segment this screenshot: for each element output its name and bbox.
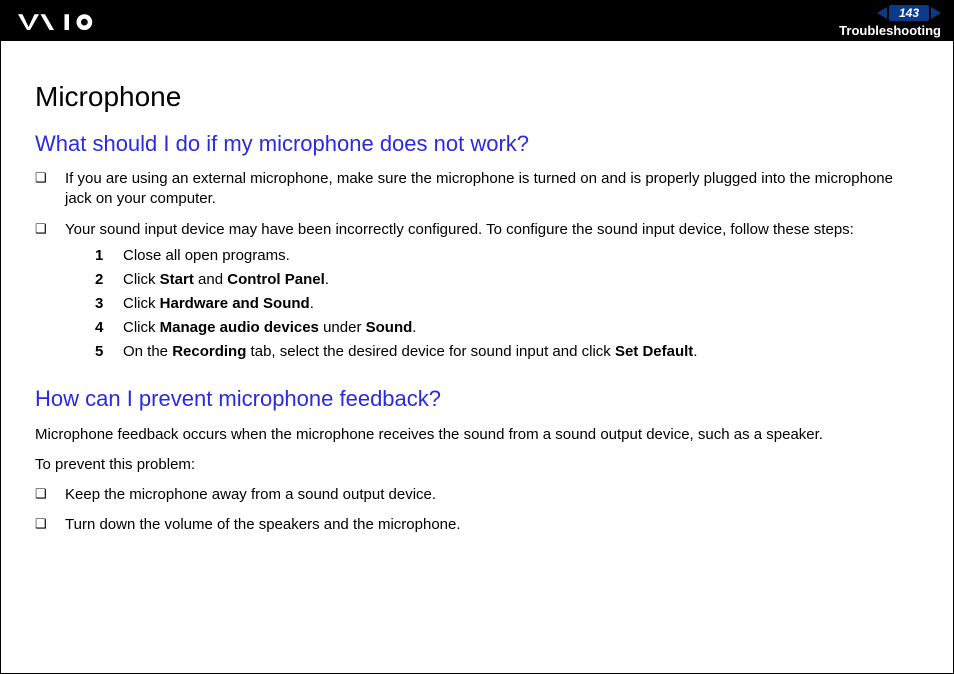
paragraph: Microphone feedback occurs when the micr… (35, 424, 919, 447)
step-item: 3Click Hardware and Sound. (95, 292, 919, 316)
page-header: 143 Troubleshooting (1, 1, 953, 41)
step-item: 1Close all open programs. (95, 244, 919, 268)
next-page-arrow-icon[interactable] (931, 7, 941, 19)
vaio-logo (13, 12, 113, 30)
step-number: 4 (95, 316, 123, 340)
section-label: Troubleshooting (839, 23, 941, 38)
step-number: 3 (95, 292, 123, 316)
list-text: If you are using an external microphone,… (65, 169, 919, 210)
list-item: ❑ If you are using an external microphon… (35, 169, 919, 210)
question-heading-1: What should I do if my microphone does n… (35, 131, 919, 157)
page-number-badge: 143 (889, 5, 929, 21)
list-text: Turn down the volume of the speakers and… (65, 515, 919, 535)
step-number: 1 (95, 244, 123, 268)
list-item: ❑ Turn down the volume of the speakers a… (35, 515, 919, 535)
paragraph: To prevent this problem: (35, 454, 919, 477)
list-item: ❑ Keep the microphone away from a sound … (35, 485, 919, 505)
list-item: ❑ Your sound input device may have been … (35, 220, 919, 364)
list-text-inner: Your sound input device may have been in… (65, 221, 854, 238)
step-text: Click Manage audio devices under Sound. (123, 316, 416, 340)
step-item: 4Click Manage audio devices under Sound. (95, 316, 919, 340)
bullet-icon: ❑ (35, 169, 65, 210)
list-text: Keep the microphone away from a sound ou… (65, 485, 919, 505)
step-text: On the Recording tab, select the desired… (123, 340, 697, 364)
bullet-icon: ❑ (35, 515, 65, 535)
bullet-icon: ❑ (35, 485, 65, 505)
bullet-list-1: ❑ If you are using an external microphon… (35, 169, 919, 364)
step-text: Click Start and Control Panel. (123, 268, 329, 292)
header-right: 143 Troubleshooting (839, 5, 941, 38)
bullet-icon: ❑ (35, 220, 65, 364)
page-nav: 143 (877, 5, 941, 21)
bullet-list-2: ❑ Keep the microphone away from a sound … (35, 485, 919, 536)
prev-page-arrow-icon[interactable] (877, 7, 887, 19)
step-item: 5On the Recording tab, select the desire… (95, 340, 919, 364)
list-text: Your sound input device may have been in… (65, 220, 919, 364)
numbered-steps: 1Close all open programs. 2Click Start a… (95, 244, 919, 364)
step-number: 5 (95, 340, 123, 364)
question-heading-2: How can I prevent microphone feedback? (35, 386, 919, 412)
step-number: 2 (95, 268, 123, 292)
page-title: Microphone (35, 81, 919, 113)
document-page: 143 Troubleshooting Microphone What shou… (0, 0, 954, 674)
step-item: 2Click Start and Control Panel. (95, 268, 919, 292)
page-content: Microphone What should I do if my microp… (1, 41, 953, 535)
step-text: Close all open programs. (123, 244, 290, 268)
step-text: Click Hardware and Sound. (123, 292, 314, 316)
